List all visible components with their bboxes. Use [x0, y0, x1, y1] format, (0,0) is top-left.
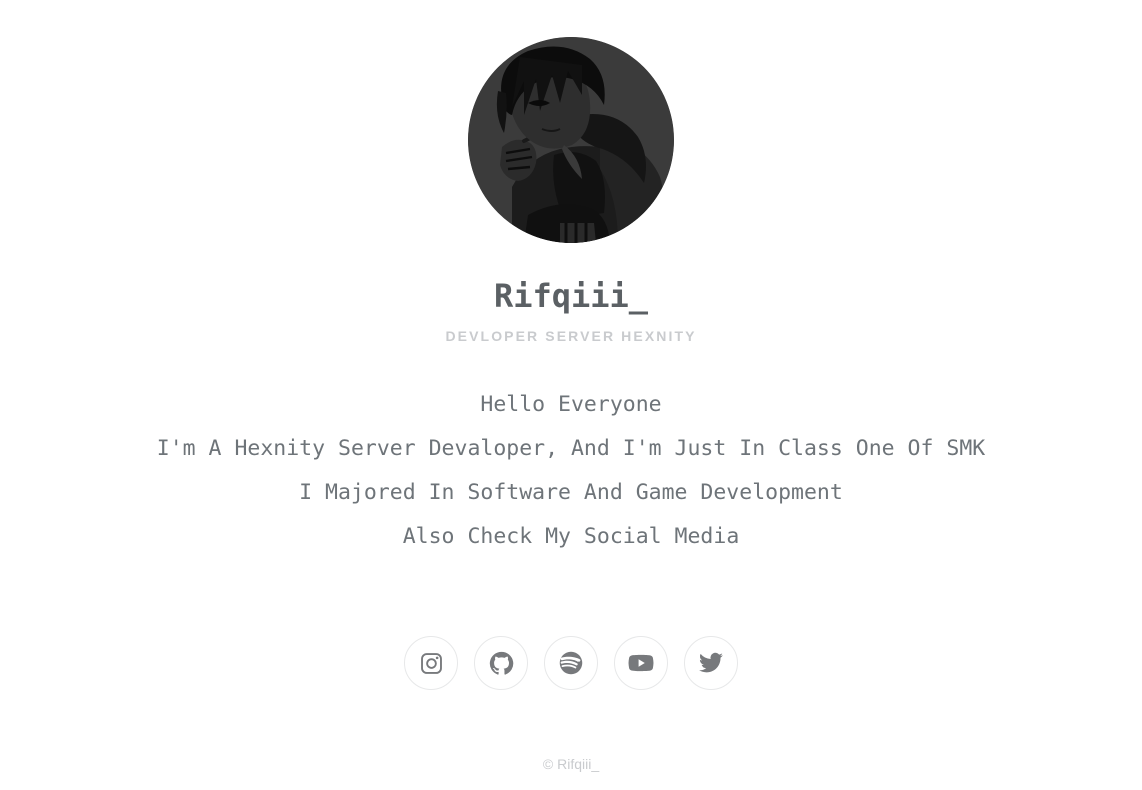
spotify-icon — [558, 650, 584, 676]
instagram-icon — [419, 651, 444, 676]
bio-text: Hello Everyone I'm A Hexnity Server Deva… — [157, 383, 985, 559]
footer-copyright: © Rifqiii_ — [542, 756, 600, 772]
github-icon — [489, 651, 514, 676]
avatar — [468, 37, 674, 243]
social-link-youtube[interactable] — [614, 636, 668, 690]
social-link-instagram[interactable] — [404, 636, 458, 690]
social-link-github[interactable] — [474, 636, 528, 690]
social-links — [404, 636, 738, 690]
avatar-image — [468, 37, 674, 243]
profile-page: Rifqiii_ DEVLOPER SERVER HEXNITY Hello E… — [0, 0, 1142, 790]
bio-line: Also Check My Social Media — [402, 524, 740, 549]
bio-line: I Majored In Software And Game Developme… — [299, 480, 843, 505]
bio-line: I'm A Hexnity Server Devaloper, And I'm … — [156, 436, 986, 461]
youtube-icon — [627, 649, 655, 677]
social-link-spotify[interactable] — [544, 636, 598, 690]
bio-line: Hello Everyone — [480, 392, 662, 417]
page-title: Rifqiii_ — [493, 277, 649, 315]
profile-subtitle: DEVLOPER SERVER HEXNITY — [445, 328, 697, 344]
social-link-twitter[interactable] — [684, 636, 738, 690]
twitter-icon — [698, 650, 724, 676]
